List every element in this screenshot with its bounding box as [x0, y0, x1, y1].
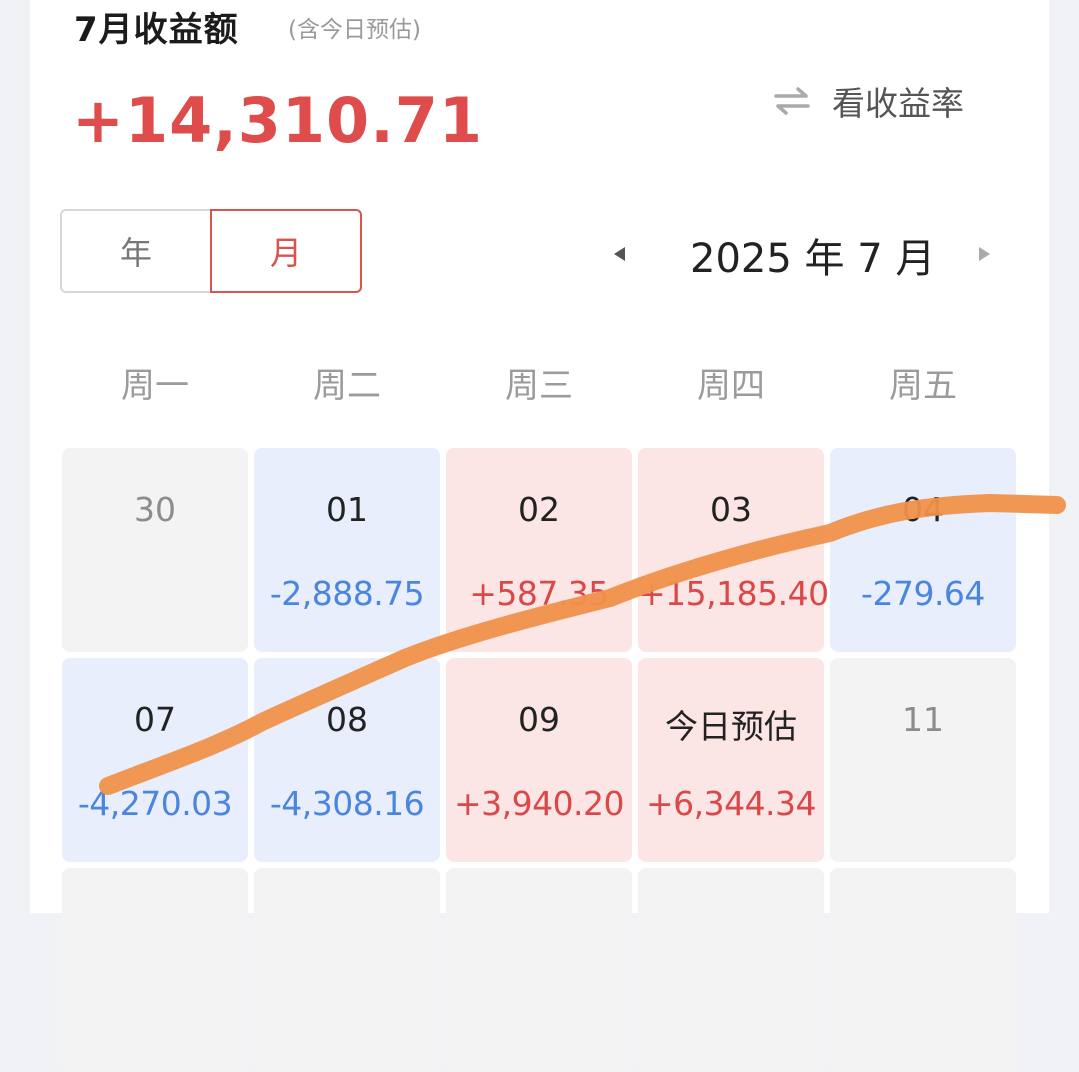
annotation-stroke [99, 494, 1066, 795]
